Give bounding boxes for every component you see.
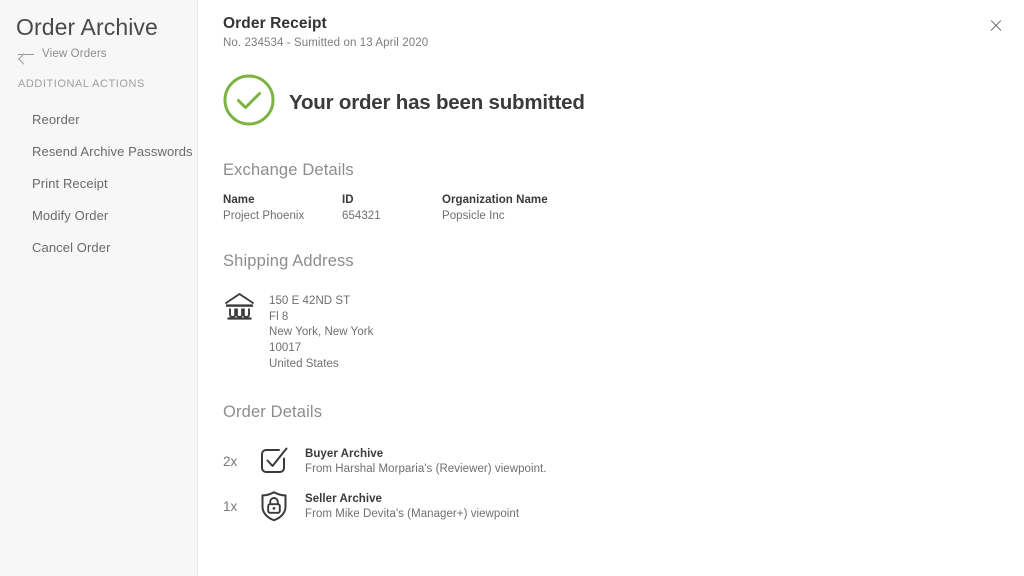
address-line: United States <box>269 357 339 370</box>
order-item-text: Buyer Archive From Harshal Morparia's (R… <box>302 448 547 475</box>
order-details-section: Order Details 2x Buyer Archive From Hars… <box>223 403 1024 529</box>
sidebar-item-reorder[interactable]: Reorder <box>0 104 197 136</box>
field-organization-name: Organization Name Popsicle Inc <box>442 194 548 222</box>
exchange-details-section: Exchange Details Name Project Phoenix ID… <box>223 161 1024 222</box>
order-item-description: From Mike Devita's (Manager+) viewpoint <box>305 507 520 520</box>
address-line: Fl 8 <box>269 310 289 323</box>
order-item-row: 2x Buyer Archive From Harshal Morparia's… <box>223 439 1024 484</box>
field-value: Project Phoenix <box>223 210 305 222</box>
bank-building-icon <box>223 290 256 373</box>
shipping-address-lines: 150 E 42ND ST Fl 8 New York, New York 10… <box>269 290 373 373</box>
field-name: Name Project Phoenix <box>223 194 342 222</box>
back-to-orders-label: View Orders <box>42 48 107 60</box>
additional-actions-caption: ADDITIONAL ACTIONS <box>18 78 145 90</box>
sidebar-item-label: Cancel Order <box>32 240 111 255</box>
sidebar-item-label: Reorder <box>32 112 80 127</box>
back-to-orders-link[interactable]: View Orders <box>0 42 197 60</box>
shipping-address-heading: Shipping Address <box>223 252 354 270</box>
shipping-address-block: 150 E 42ND ST Fl 8 New York, New York 10… <box>223 290 1024 373</box>
field-id: ID 654321 <box>342 194 442 222</box>
sidebar-item-cancel-order[interactable]: Cancel Order <box>0 232 197 264</box>
checkbox-check-icon <box>257 444 302 478</box>
sidebar-item-label: Print Receipt <box>32 176 108 191</box>
field-value: Popsicle Inc <box>442 210 505 222</box>
receipt-subtitle: No. 234534 - Sumitted on 13 April 2020 <box>223 37 429 49</box>
receipt-title: Order Receipt <box>223 15 327 32</box>
main-content: Order Receipt No. 234534 - Sumitted on 1… <box>198 0 1024 576</box>
check-circle-icon <box>223 74 275 131</box>
sidebar-item-label: Modify Order <box>32 208 109 223</box>
sidebar-item-print-receipt[interactable]: Print Receipt <box>0 168 197 200</box>
arrow-left-icon <box>18 48 34 60</box>
sidebar-item-label: Resend Archive Passwords <box>32 144 193 159</box>
exchange-details-fields: Name Project Phoenix ID 654321 Organizat… <box>223 194 1024 222</box>
order-item-quantity: 2x <box>223 453 238 469</box>
address-line: New York, New York <box>269 326 374 339</box>
order-item-name: Buyer Archive <box>305 447 384 460</box>
order-item-row: 1x Seller Archive From Mike Devita's (Ma… <box>223 484 1024 529</box>
field-value: 654321 <box>342 210 381 222</box>
additional-actions-list: Reorder Resend Archive Passwords Print R… <box>0 104 197 264</box>
shipping-address-section: Shipping Address 150 E 42ND ST Fl 8 New … <box>223 252 1024 373</box>
sidebar-item-resend-archive-passwords[interactable]: Resend Archive Passwords <box>0 136 197 168</box>
field-label: ID <box>342 194 354 206</box>
order-item-text: Seller Archive From Mike Devita's (Manag… <box>302 493 519 520</box>
submission-status-message: Your order has been submitted <box>289 90 585 114</box>
exchange-details-heading: Exchange Details <box>223 161 354 179</box>
sidebar: Order Archive View Orders ADDITIONAL ACT… <box>0 0 198 576</box>
page-title: Order Archive <box>16 14 158 40</box>
order-details-heading: Order Details <box>223 402 323 421</box>
sidebar-item-modify-order[interactable]: Modify Order <box>0 200 197 232</box>
order-item-name: Seller Archive <box>305 492 382 505</box>
field-label: Organization Name <box>442 194 548 206</box>
order-item-quantity: 1x <box>223 498 238 514</box>
order-item-description: From Harshal Morparia's (Reviewer) viewp… <box>305 462 547 475</box>
address-line: 10017 <box>269 342 302 355</box>
close-icon[interactable] <box>984 13 1008 37</box>
order-items-list: 2x Buyer Archive From Harshal Morparia's… <box>223 439 1024 529</box>
order-receipt-page: Order Archive View Orders ADDITIONAL ACT… <box>0 0 1024 576</box>
submission-status: Your order has been submitted <box>223 74 1024 131</box>
field-label: Name <box>223 194 255 206</box>
shield-lock-icon <box>257 489 302 523</box>
address-line: 150 E 42ND ST <box>269 295 351 307</box>
